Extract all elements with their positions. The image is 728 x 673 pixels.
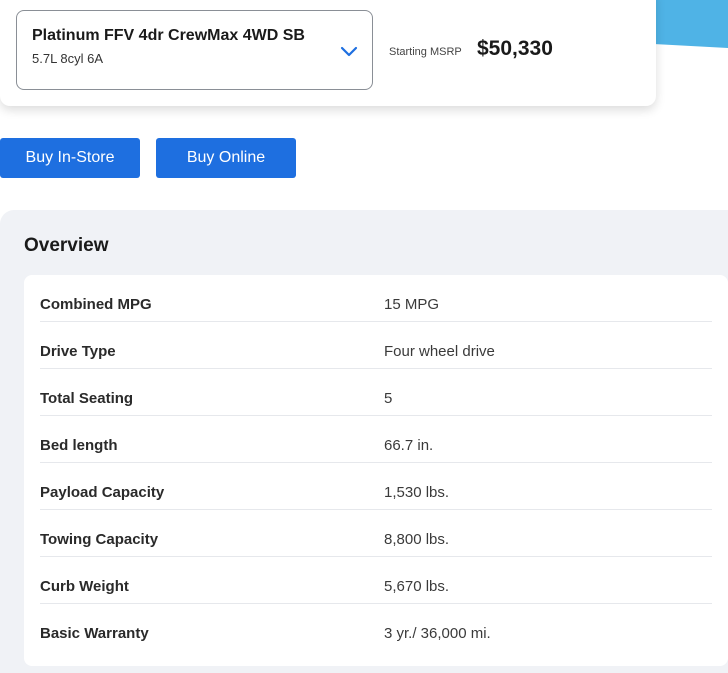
spec-value: 8,800 lbs.	[384, 531, 450, 548]
spec-row-total-seating: Total Seating 5	[40, 369, 712, 416]
spec-value: 5,670 lbs.	[384, 578, 450, 595]
spec-row-bed-length: Bed length 66.7 in.	[40, 416, 712, 463]
overview-title: Overview	[24, 235, 109, 256]
spec-label: Combined MPG	[40, 296, 152, 313]
buy-online-button[interactable]: Buy Online	[156, 138, 296, 178]
spec-label: Total Seating	[40, 390, 134, 407]
trim-name: Platinum FFV 4dr CrewMax 4WD SB	[32, 27, 305, 44]
spec-row-basic-warranty: Basic Warranty 3 yr./ 36,000 mi.	[40, 604, 712, 651]
trim-engine: 5.7L 8cyl 6A	[32, 51, 104, 66]
spec-row-drive-type: Drive Type Four wheel drive	[40, 322, 712, 369]
spec-value: 3 yr./ 36,000 mi.	[384, 625, 491, 642]
trim-selector-card: Platinum FFV 4dr CrewMax 4WD SB 5.7L 8cy…	[0, 0, 656, 106]
spec-label: Towing Capacity	[40, 531, 159, 548]
spec-value: Four wheel drive	[384, 343, 495, 360]
trim-dropdown[interactable]: Platinum FFV 4dr CrewMax 4WD SB 5.7L 8cy…	[16, 10, 373, 90]
msrp-label: Starting MSRP	[389, 46, 462, 58]
spec-value: 66.7 in.	[384, 437, 434, 454]
buy-in-store-button[interactable]: Buy In-Store	[0, 138, 140, 178]
spec-value: 15 MPG	[384, 296, 440, 313]
chevron-down-icon	[340, 44, 358, 57]
spec-table: Combined MPG 15 MPG Drive Type Four whee…	[24, 275, 728, 666]
msrp-value: $50,330	[477, 37, 553, 60]
spec-row-payload-capacity: Payload Capacity 1,530 lbs.	[40, 463, 712, 510]
decorative-accent-shape	[656, 0, 728, 48]
spec-row-curb-weight: Curb Weight 5,670 lbs.	[40, 557, 712, 604]
spec-row-combined-mpg: Combined MPG 15 MPG	[40, 275, 712, 322]
spec-value: 5	[384, 390, 393, 407]
spec-label: Drive Type	[40, 343, 116, 360]
spec-label: Basic Warranty	[40, 625, 149, 642]
spec-row-towing-capacity: Towing Capacity 8,800 lbs.	[40, 510, 712, 557]
spec-label: Curb Weight	[40, 578, 129, 595]
spec-value: 1,530 lbs.	[384, 484, 450, 501]
spec-label: Bed length	[40, 437, 118, 454]
overview-section: Overview Combined MPG 15 MPG Drive Type …	[0, 210, 728, 673]
spec-label: Payload Capacity	[40, 484, 165, 501]
